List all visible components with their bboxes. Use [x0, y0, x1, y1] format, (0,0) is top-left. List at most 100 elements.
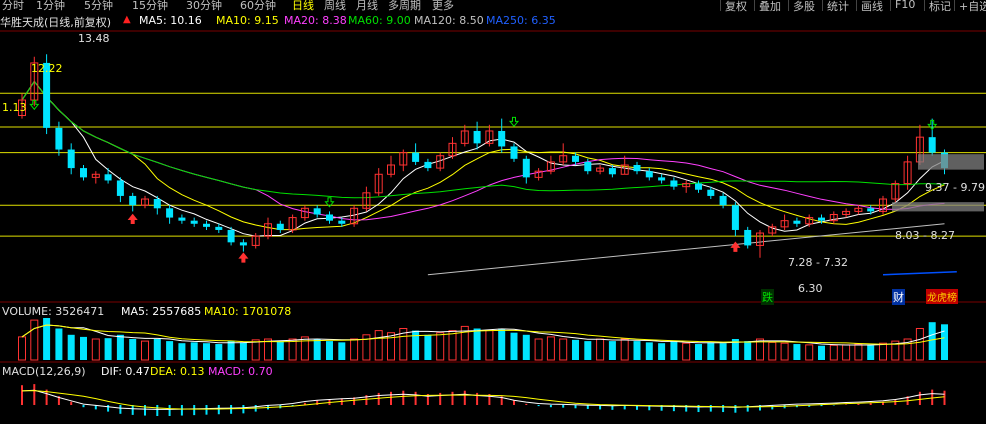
volume-ma10-label: MA10: 1701078: [204, 305, 292, 318]
candle-body-down: [215, 226, 223, 230]
candle-body-down: [178, 217, 186, 221]
volume-bar-down: [719, 343, 727, 360]
buy-signal-icon: [127, 213, 138, 224]
volume-bar-up: [534, 338, 543, 361]
candle-body-down: [522, 158, 530, 178]
volume-bar-up: [768, 341, 777, 361]
candle-body-down: [572, 155, 579, 162]
volume-label: VOLUME: 3526471: [2, 305, 105, 318]
ma250-line: [882, 270, 957, 276]
candle-body-down: [510, 146, 518, 159]
macd-dif-label: DIF: 0.47: [101, 365, 150, 378]
volume-bar-down: [104, 338, 112, 360]
volume-bar-down: [928, 322, 936, 360]
candle-body-down: [80, 168, 87, 178]
volume-bar-up: [448, 330, 457, 361]
candle-body-down: [498, 130, 506, 147]
ma120-line: [427, 223, 945, 276]
sell-signal-icon: [508, 116, 520, 128]
volume-bar-down: [166, 341, 174, 360]
volume-bar-up: [842, 344, 851, 361]
volume-bar-down: [670, 341, 678, 360]
kline-chart[interactable]: [0, 0, 986, 424]
volume-bar-up: [350, 338, 359, 361]
die-badge[interactable]: 跌: [761, 289, 774, 305]
range-label-2: 8.03 - 8.27: [895, 229, 955, 242]
candle-body-down: [227, 229, 235, 243]
range-box-lower: [892, 202, 984, 212]
volume-bar-down: [498, 328, 506, 360]
volume-bar-up: [596, 338, 605, 361]
volume-bar-up: [264, 338, 272, 361]
candle-body-down: [67, 149, 75, 169]
candle-body-down: [55, 127, 63, 150]
volume-bar-down: [473, 328, 481, 360]
volume-bar-up: [288, 338, 297, 361]
volume-bar-up: [879, 342, 887, 361]
candle-body-down: [190, 220, 198, 224]
candle-body-down: [129, 195, 137, 206]
volume-bar-down: [178, 343, 186, 360]
cai-badge[interactable]: 财: [892, 289, 905, 305]
volume-bar-down: [522, 334, 530, 360]
candle-body-down: [608, 168, 616, 175]
volume-bar-down: [239, 342, 247, 360]
candle-body-down: [116, 180, 124, 196]
volume-bar-up: [915, 328, 924, 361]
price-level-label: 1.13: [2, 101, 27, 114]
macd-value-label: MACD: 0.70: [208, 365, 273, 378]
candle-body-down: [744, 229, 752, 246]
candle-body-down: [313, 208, 321, 215]
candle-body-down: [731, 205, 739, 230]
candle-body-down: [203, 223, 210, 227]
volume-bar-up: [780, 342, 789, 361]
range-label-1: 9.37 - 9.79: [925, 181, 985, 194]
buy-signal-icon: [238, 252, 249, 263]
volume-bar-down: [326, 341, 333, 360]
volume-bar-down: [572, 339, 579, 360]
price-low-label: 6.30: [798, 282, 823, 295]
volume-bar-up: [620, 338, 629, 361]
candle-body-down: [670, 180, 678, 187]
volume-bar-down: [645, 342, 653, 360]
candle-body-down: [695, 183, 702, 190]
candle-body-down: [928, 137, 936, 153]
volume-bar-down: [80, 336, 87, 360]
volume-ma5-label: MA5: 2557685: [121, 305, 202, 318]
range-box-upper: [918, 154, 984, 170]
price-high-label: 13.48: [78, 32, 110, 45]
volume-bar-down: [313, 339, 321, 360]
volume-bar-down: [608, 341, 616, 360]
candle-body-down: [793, 220, 801, 224]
volume-bar-up: [141, 340, 149, 361]
volume-bar-down: [941, 324, 948, 360]
price-left-high-label: 12.22: [31, 62, 63, 75]
ma5-line: [21, 80, 945, 237]
volume-bar-up: [485, 330, 494, 361]
volume-bar-up: [18, 336, 26, 361]
volume-bar-down: [338, 342, 346, 360]
volume-bar-down: [276, 341, 284, 360]
candle-body-down: [104, 174, 112, 181]
volume-bar-down: [227, 341, 235, 360]
volume-bar-up: [30, 319, 39, 361]
candle-body-down: [818, 217, 825, 221]
volume-bar-down: [633, 341, 641, 360]
candle-body-down: [276, 223, 284, 230]
volume-bar-up: [854, 343, 863, 361]
volume-bar-up: [829, 344, 838, 361]
volume-bar-down: [412, 330, 420, 360]
macd-dif-line: [21, 389, 945, 410]
volume-bar-down: [424, 334, 432, 360]
volume-bar-down: [203, 343, 210, 360]
volume-bar-down: [116, 334, 124, 360]
volume-bar-down: [190, 342, 198, 360]
candle-body-down: [867, 208, 875, 212]
volume-bar-down: [818, 345, 825, 360]
volume-bar-down: [67, 334, 75, 360]
volume-bar-down: [695, 344, 702, 360]
volume-bar-up: [374, 330, 383, 361]
volume-bar-down: [793, 344, 801, 360]
lhb-badge[interactable]: 龙虎榜: [926, 289, 958, 304]
candle-body-down: [584, 161, 592, 172]
